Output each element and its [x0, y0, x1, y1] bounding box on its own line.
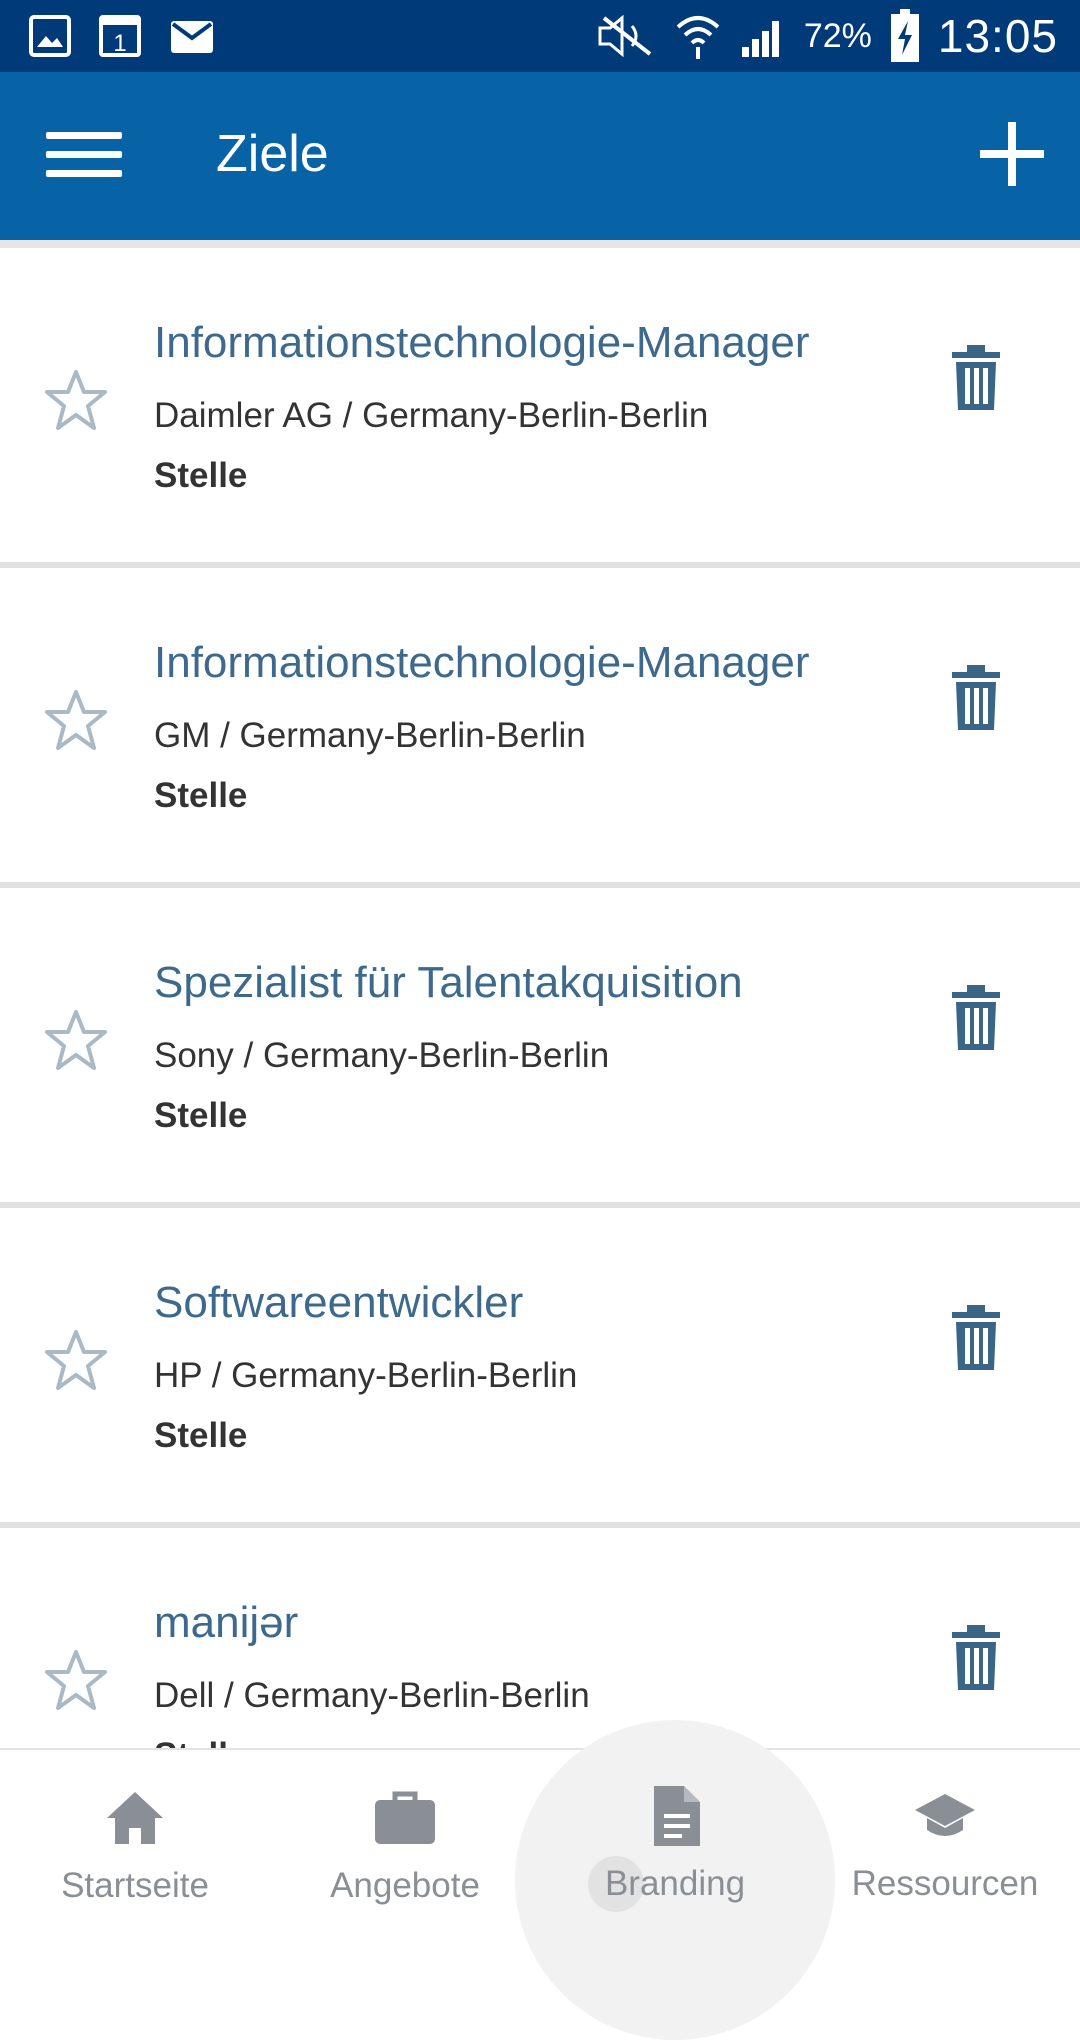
star-icon[interactable] [44, 1008, 108, 1072]
gallery-notification-icon [29, 15, 71, 57]
menu-line [46, 170, 122, 177]
item-title[interactable]: Informationstechnologie-Manager [154, 318, 810, 368]
list-item[interactable]: Informationstechnologie-Manager Daimler … [0, 248, 1080, 568]
goals-list: Informationstechnologie-Manager Daimler … [0, 248, 1080, 1848]
list-item[interactable]: Softwareentwickler HP / Germany-Berlin-B… [0, 1208, 1080, 1528]
trash-icon[interactable] [948, 984, 1004, 1052]
email-notification-icon [171, 21, 213, 53]
item-type: Stelle [154, 1096, 248, 1135]
divider [0, 240, 1080, 248]
trash-icon[interactable] [948, 1624, 1004, 1692]
nav-label: Startseite [61, 1866, 209, 1905]
document-icon [654, 1786, 700, 1846]
menu-line [46, 132, 122, 139]
star-icon[interactable] [44, 688, 108, 752]
item-type: Stelle [154, 456, 248, 495]
nav-ressourcen[interactable]: Ressourcen [810, 1748, 1080, 1920]
star-icon[interactable] [44, 1328, 108, 1392]
calendar-notification-icon: 1 [99, 15, 141, 57]
trash-icon[interactable] [948, 344, 1004, 412]
add-button[interactable] [980, 122, 1044, 186]
item-subtitle: Sony / Germany-Berlin-Berlin [154, 1036, 610, 1075]
trash-icon[interactable] [948, 1304, 1004, 1372]
nav-label: Ressourcen [851, 1864, 1039, 1903]
star-icon[interactable] [44, 368, 108, 432]
signal-icon [741, 21, 779, 57]
item-subtitle: Daimler AG / Germany-Berlin-Berlin [154, 396, 709, 435]
item-title[interactable]: Informationstechnologie-Manager [154, 638, 810, 688]
item-title[interactable]: Spezialist für Talentakquisition [154, 958, 743, 1008]
battery-charging-icon [890, 9, 919, 62]
home-icon [107, 1792, 163, 1844]
item-title[interactable]: Softwareentwickler [154, 1278, 523, 1328]
item-title[interactable]: manijər [154, 1598, 298, 1648]
star-icon[interactable] [44, 1648, 108, 1712]
app-bar: Ziele [0, 72, 1080, 240]
item-type: Stelle [154, 1416, 248, 1455]
nav-startseite[interactable]: Startseite [0, 1750, 270, 1922]
nav-angebote[interactable]: Angebote [270, 1750, 540, 1922]
item-subtitle: Dell / Germany-Berlin-Berlin [154, 1676, 590, 1715]
page-title: Ziele [216, 125, 329, 183]
briefcase-icon [375, 1791, 435, 1844]
clock: 13:05 [937, 10, 1058, 62]
battery-percent: 72% [803, 16, 872, 55]
nav-label: Branding [604, 1864, 746, 1903]
nav-label: Angebote [330, 1866, 480, 1905]
mute-icon [598, 14, 652, 58]
list-item[interactable]: Informationstechnologie-Manager GM / Ger… [0, 568, 1080, 888]
menu-button[interactable] [46, 132, 122, 180]
list-item[interactable]: Spezialist für Talentakquisition Sony / … [0, 888, 1080, 1208]
menu-line [46, 151, 122, 158]
item-type: Stelle [154, 776, 248, 815]
trash-icon[interactable] [948, 664, 1004, 732]
wifi-icon [676, 16, 720, 59]
status-bar: 1 72% 13:05 [0, 0, 1080, 72]
item-subtitle: HP / Germany-Berlin-Berlin [154, 1356, 578, 1395]
item-subtitle: GM / Germany-Berlin-Berlin [154, 716, 586, 755]
graduation-cap-icon [915, 1794, 975, 1836]
nav-branding[interactable]: Branding [540, 1748, 810, 1920]
svg-text:1: 1 [113, 30, 126, 57]
